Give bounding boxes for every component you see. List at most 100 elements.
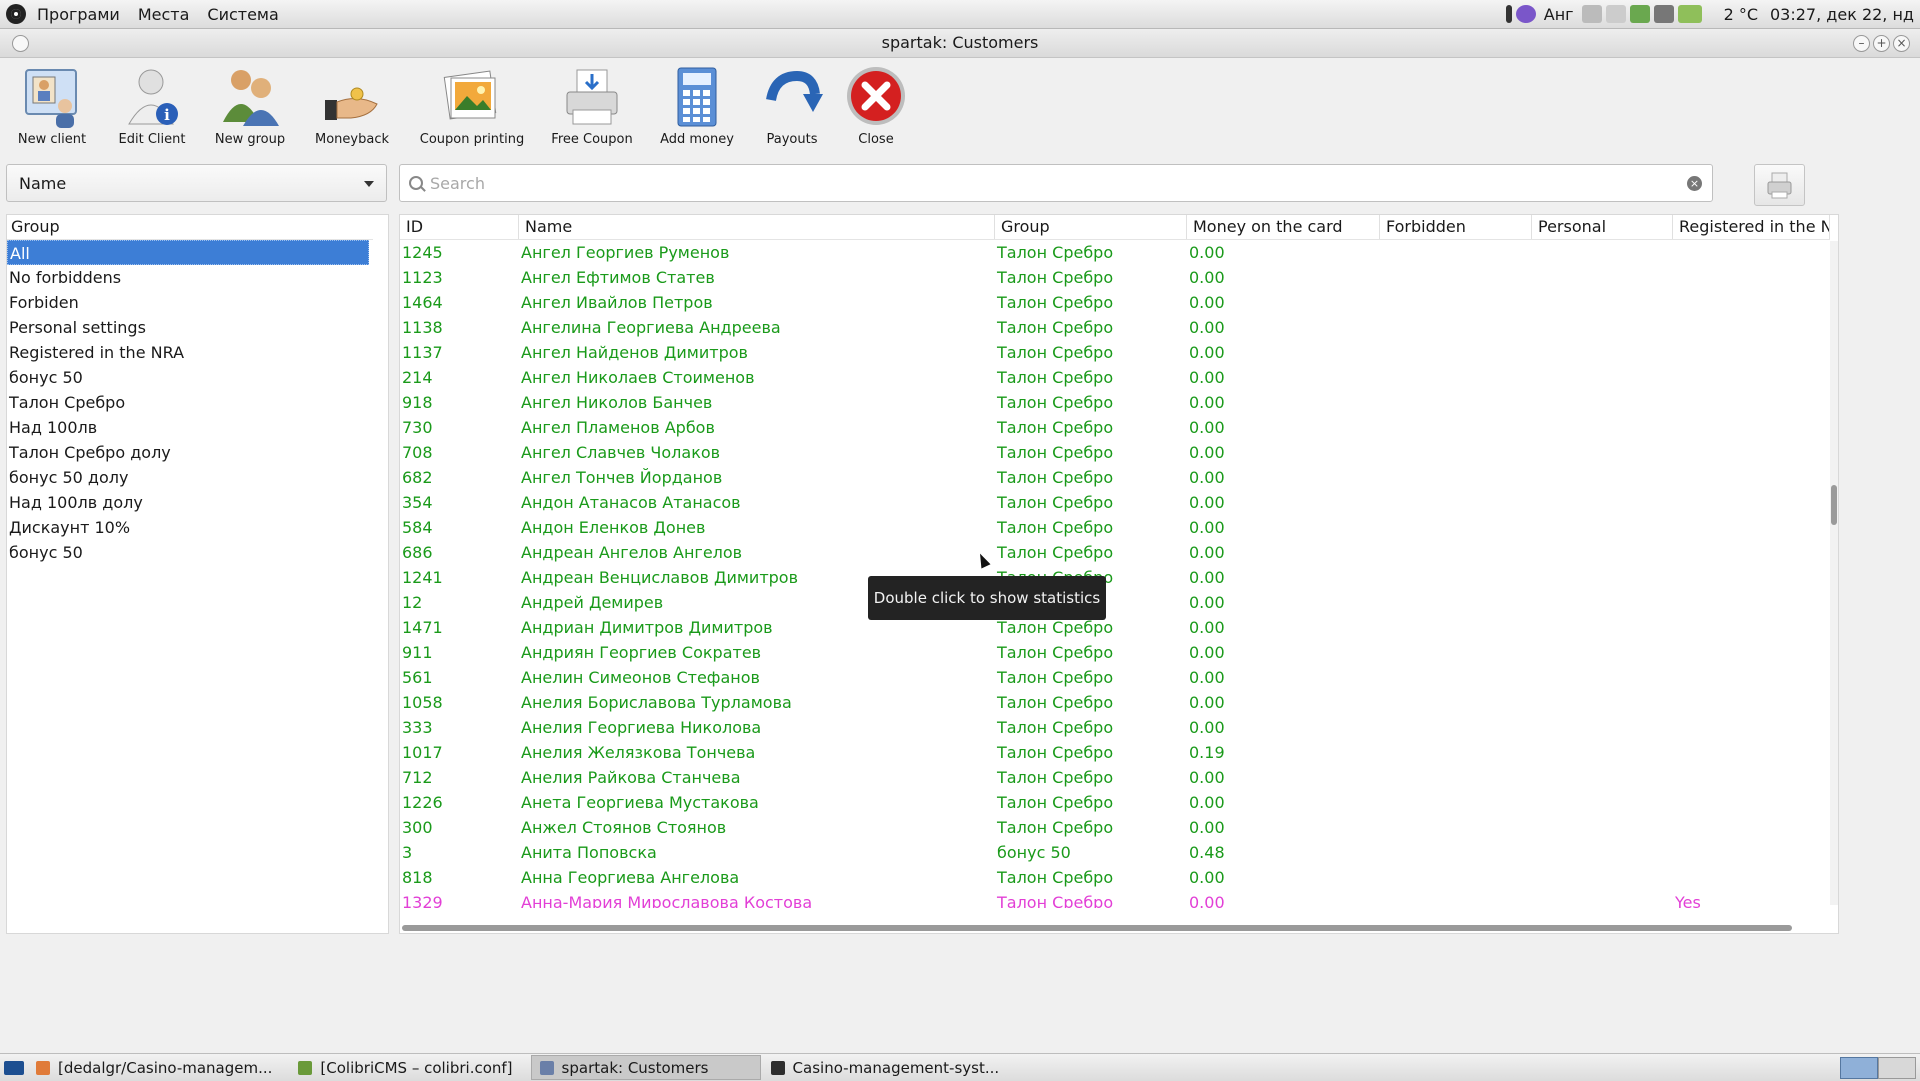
microphone-icon[interactable]: [1581, 5, 1602, 23]
table-row[interactable]: 1245 Ангел Георгиев Руменов Талон Сребро 0.…: [400, 240, 1830, 265]
minimize-icon[interactable]: –: [1853, 35, 1870, 52]
search-field-select[interactable]: Name: [6, 164, 387, 202]
table-cell: 918: [402, 393, 433, 412]
group-item[interactable]: бонус 50: [7, 365, 371, 390]
table-row[interactable]: 1329 Анна-Мария Мирославова Костова Талон …: [400, 890, 1830, 908]
group-item[interactable]: Personal settings: [7, 315, 371, 340]
task-3[interactable]: Casino-management-syst...: [763, 1055, 1008, 1080]
window-close-icon[interactable]: ×: [1893, 35, 1910, 52]
table-cell: 0.00: [1189, 768, 1225, 787]
update-icon[interactable]: [1629, 5, 1650, 23]
network-icon[interactable]: [1653, 5, 1674, 23]
moneyback-button[interactable]: Moneyback: [300, 58, 404, 158]
table-row[interactable]: 1017 Анелия Желязкова Тончева Талон Сребро…: [400, 740, 1830, 765]
group-item[interactable]: Над 100лв: [7, 415, 371, 440]
table-row[interactable]: 686 Андреан Ангелов Ангелов Талон Сребро 0.…: [400, 540, 1830, 565]
table-row[interactable]: 818 Анна Георгиева Ангелова Талон Сребро 0.…: [400, 865, 1830, 890]
group-item[interactable]: Над 100лв долу: [7, 490, 371, 515]
table-row[interactable]: 1464 Ангел Ивайлов Петров Талон Сребро 0.00: [400, 290, 1830, 315]
menu-places[interactable]: Места: [129, 5, 199, 24]
table-row[interactable]: 911 Андриян Георгиев Сократев Талон Сребро…: [400, 640, 1830, 665]
table-row[interactable]: 333 Анелия Георгиева Николова Талон Сребро…: [400, 715, 1830, 740]
show-desktop-button[interactable]: [0, 1055, 28, 1080]
column-header[interactable]: Money on the card: [1187, 215, 1380, 239]
table-row[interactable]: 1226 Анета Георгиева Мустакова Талон Сребр…: [400, 790, 1830, 815]
clear-search-icon[interactable]: ×: [1687, 176, 1702, 191]
column-header[interactable]: Forbidden: [1380, 215, 1532, 239]
table-row[interactable]: 1241Андреан Венциславов ДимитровТалон Ср…: [400, 565, 1830, 590]
column-header[interactable]: Registered in the NF: [1673, 215, 1830, 239]
workspace-1-button[interactable]: [1840, 1057, 1878, 1079]
table-row[interactable]: 1123 Ангел Ефтимов Статев Талон Сребро 0.00: [400, 265, 1830, 290]
group-item[interactable]: All: [7, 240, 369, 265]
group-item[interactable]: Forbiden: [7, 290, 371, 315]
table-cell: 1245: [402, 243, 443, 262]
weather-temperature[interactable]: 2 °C: [1704, 5, 1764, 24]
table-row[interactable]: 1471 Андриан Димитров Димитров Талон Сребр…: [400, 615, 1830, 640]
table-row[interactable]: 918 Ангел Николов Банчев Талон Сребро 0.00: [400, 390, 1830, 415]
table-cell: [1673, 640, 1830, 665]
table-cell: [1380, 690, 1532, 715]
search-box: ×: [399, 164, 1713, 202]
table-row[interactable]: 300 Анжел Стоянов Стоянов Талон Сребро 0.00: [400, 815, 1830, 840]
horizontal-scrollbar[interactable]: [402, 925, 1792, 931]
group-item[interactable]: No forbiddens: [7, 265, 371, 290]
table-row[interactable]: 712 Анелия Райкова Станчева Талон Сребро 0.…: [400, 765, 1830, 790]
column-header[interactable]: Personal: [1532, 215, 1673, 239]
table-cell: [1673, 490, 1830, 515]
new-client-button[interactable]: New client: [0, 58, 104, 158]
table-row[interactable]: 214 Ангел Николаев Стоименов Талон Сребро 0…: [400, 365, 1830, 390]
payouts-button[interactable]: Payouts: [750, 58, 834, 158]
table-row[interactable]: 682 Ангел Тончев Йорданов Талон Сребро 0.00: [400, 465, 1830, 490]
group-item[interactable]: Registered in the NRA: [7, 340, 371, 365]
edit-client-button[interactable]: i Edit Client: [104, 58, 200, 158]
table-row[interactable]: 3 Анита Поповска бонус 50 0.48: [400, 840, 1830, 865]
group-item[interactable]: Талон Сребро долу: [7, 440, 371, 465]
task-0[interactable]: [dedalgr/Casino-managem...: [28, 1055, 280, 1080]
column-header[interactable]: ID: [400, 215, 519, 239]
table-row[interactable]: 1137 Ангел Найденов Димитров Талон Сребро 0…: [400, 340, 1830, 365]
viber-icon[interactable]: [1515, 5, 1536, 23]
menu-programs[interactable]: Програми: [28, 5, 129, 24]
group-item[interactable]: бонус 50: [7, 540, 371, 565]
column-header[interactable]: Group: [995, 215, 1187, 239]
group-list-header[interactable]: Group: [7, 215, 373, 240]
table-row[interactable]: 1138 Ангелина Георгиева Андреева Талон Сре…: [400, 315, 1830, 340]
clock[interactable]: 03:27, дек 22, нд: [1764, 5, 1920, 24]
group-item[interactable]: Дискаунт 10%: [7, 515, 371, 540]
window-menu-icon[interactable]: [12, 35, 29, 52]
table-row[interactable]: 708 Ангел Славчев Чолаков Талон Сребро 0.00: [400, 440, 1830, 465]
coupon-printing-button[interactable]: Coupon printing: [404, 58, 540, 158]
free-coupon-button[interactable]: Free Coupon: [540, 58, 644, 158]
table-cell: 0.00: [1189, 468, 1225, 487]
group-item[interactable]: бонус 50 долу: [7, 465, 371, 490]
print-button[interactable]: [1754, 164, 1805, 206]
table-row[interactable]: 730 Ангел Пламенов Арбов Талон Сребро 0.00: [400, 415, 1830, 440]
new-group-button[interactable]: New group: [200, 58, 300, 158]
menu-system[interactable]: Система: [198, 5, 287, 24]
workspace-2-button[interactable]: [1878, 1057, 1916, 1079]
table-row[interactable]: 584 Андон Еленков Донев Талон Сребро 0.00: [400, 515, 1830, 540]
table-cell: [1532, 715, 1673, 740]
close-button[interactable]: Close: [834, 58, 918, 158]
column-header[interactable]: Name: [519, 215, 995, 239]
vertical-scrollbar-thumb[interactable]: [1831, 485, 1837, 525]
battery-icon[interactable]: [1677, 5, 1702, 23]
search-input[interactable]: [428, 172, 1632, 194]
volume-icon[interactable]: [1605, 5, 1626, 23]
vertical-scrollbar[interactable]: [1830, 241, 1838, 905]
table-cell: Анна Георгиева Ангелова: [521, 868, 740, 887]
keyboard-layout[interactable]: Анг: [1538, 5, 1580, 24]
table-row[interactable]: 354 Андон Атанасов Атанасов Талон Сребро 0.…: [400, 490, 1830, 515]
add-money-button[interactable]: Add money: [644, 58, 750, 158]
maximize-icon[interactable]: +: [1873, 35, 1890, 52]
task-1[interactable]: [ColibriCMS – colibri.conf]: [290, 1055, 520, 1080]
table-row[interactable]: 1058 Анелия Бориславова Турламова Талон Ср…: [400, 690, 1830, 715]
table-cell: 561: [402, 668, 433, 687]
table-row[interactable]: 12 Андрей Демирев 0.00: [400, 590, 1830, 615]
group-item[interactable]: Талон Сребро: [7, 390, 371, 415]
table-row[interactable]: 561 Анелин Симеонов Стефанов Талон Сребро 0…: [400, 665, 1830, 690]
distro-menu-icon[interactable]: [6, 4, 26, 24]
free-coupon-label: Free Coupon: [551, 132, 633, 147]
task-2[interactable]: spartak: Customers: [530, 1055, 761, 1080]
